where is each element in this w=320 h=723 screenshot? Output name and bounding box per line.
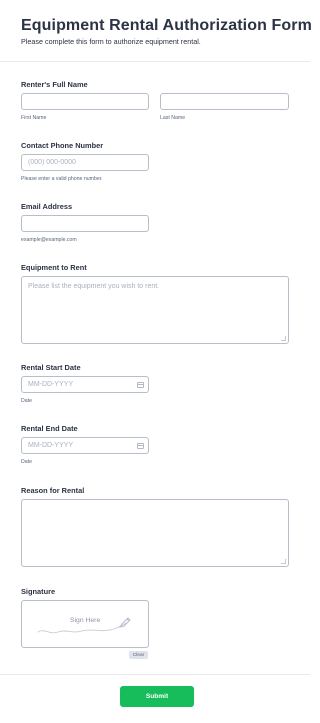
phone-sublabel: Please enter a valid phone number. — [21, 176, 103, 182]
calendar-icon[interactable] — [137, 382, 144, 388]
equipment-label: Equipment to Rent — [21, 263, 87, 272]
form-title: Equipment Rental Authorization Form — [21, 17, 312, 34]
submit-button[interactable]: Submit — [120, 686, 194, 707]
email-sublabel: example@example.com — [21, 237, 77, 243]
start-date-input[interactable] — [21, 376, 149, 393]
phone-label: Contact Phone Number — [21, 141, 104, 150]
signature-label: Signature — [21, 587, 56, 596]
full-name-label: Renter's Full Name — [21, 80, 88, 89]
resize-grip-icon[interactable] — [281, 336, 286, 341]
pen-icon — [118, 617, 131, 628]
calendar-icon[interactable] — [137, 443, 144, 449]
reason-label: Reason for Rental — [21, 486, 85, 495]
first-name-sublabel: First Name — [21, 115, 47, 121]
email-label: Email Address — [21, 202, 73, 211]
equipment-textarea[interactable] — [21, 276, 289, 344]
signature-pad[interactable]: Sign Here — [21, 600, 149, 648]
form-header: Equipment Rental Authorization Form Plea… — [0, 0, 312, 62]
first-name-input[interactable] — [21, 93, 149, 110]
sign-here-hint: Sign Here — [70, 617, 101, 624]
end-date-sublabel: Date — [21, 459, 32, 465]
form-subtitle: Please complete this form to authorize e… — [21, 37, 201, 46]
clear-signature-button[interactable]: Clear — [129, 651, 148, 659]
email-input[interactable] — [21, 215, 149, 232]
start-date-sublabel: Date — [21, 398, 32, 404]
reason-textarea[interactable] — [21, 499, 289, 567]
last-name-sublabel: Last Name — [160, 115, 186, 121]
resize-grip-icon[interactable] — [281, 559, 286, 564]
end-date-input[interactable] — [21, 437, 149, 454]
last-name-input[interactable] — [160, 93, 289, 110]
start-date-label: Rental Start Date — [21, 363, 81, 372]
end-date-label: Rental End Date — [21, 424, 78, 433]
phone-input[interactable] — [21, 154, 149, 171]
